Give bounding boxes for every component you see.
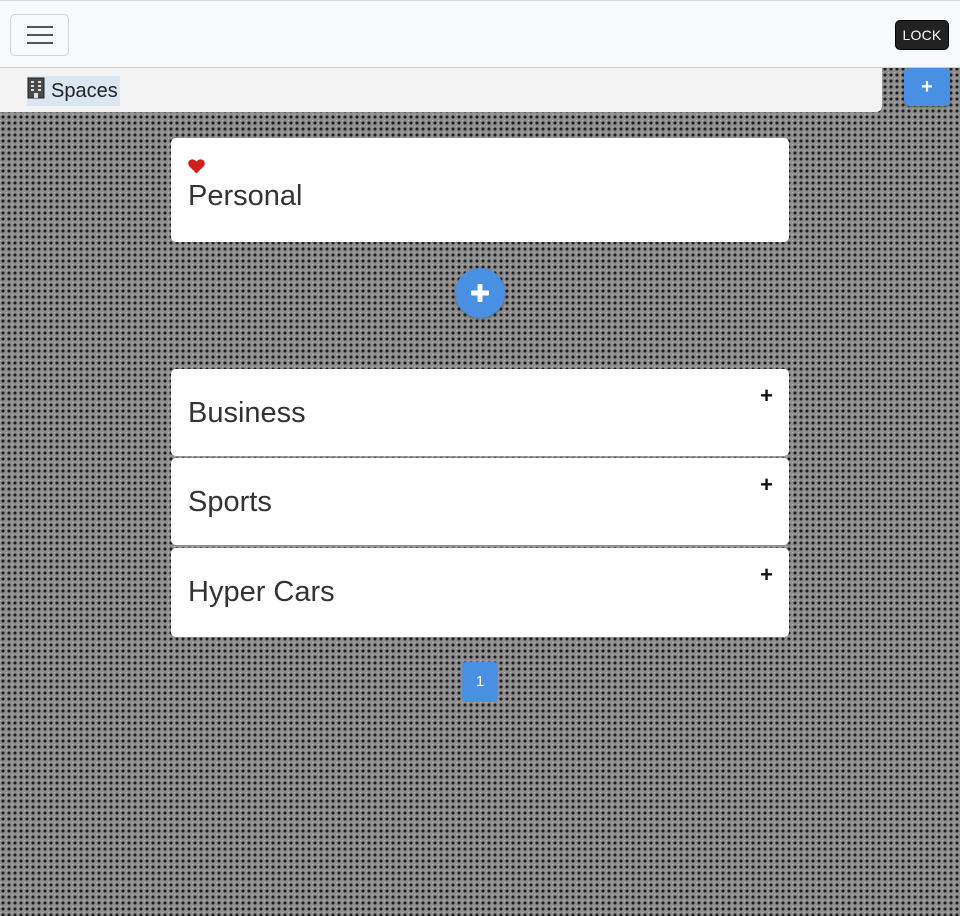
pagination-page-button[interactable]: 1 (462, 662, 498, 702)
add-to-group-button[interactable]: + (760, 564, 773, 586)
plus-circle-icon (471, 284, 489, 302)
top-navbar: LOCK (0, 0, 960, 68)
spaces-label: Spaces (51, 79, 118, 102)
group-card[interactable]: Business + (171, 369, 789, 456)
hamburger-menu-icon[interactable] (10, 14, 69, 56)
card-title: Sports (188, 486, 272, 518)
heart-icon (188, 159, 205, 179)
spaces-breadcrumb-bar: Spaces (0, 68, 882, 112)
add-group-button[interactable] (455, 268, 505, 318)
building-icon (27, 77, 45, 105)
add-to-group-button[interactable]: + (760, 385, 773, 407)
card-title: Personal (188, 180, 303, 212)
spaces-breadcrumb[interactable]: Spaces (27, 76, 120, 106)
add-space-button[interactable]: + (904, 68, 950, 106)
lock-button[interactable]: LOCK (895, 20, 949, 50)
add-to-group-button[interactable]: + (760, 474, 773, 496)
favorite-card-personal[interactable]: Personal (171, 138, 789, 242)
group-card[interactable]: Sports + (171, 458, 789, 545)
group-card[interactable]: Hyper Cars + (171, 548, 789, 637)
card-title: Hyper Cars (188, 576, 335, 608)
card-title: Business (188, 397, 306, 429)
